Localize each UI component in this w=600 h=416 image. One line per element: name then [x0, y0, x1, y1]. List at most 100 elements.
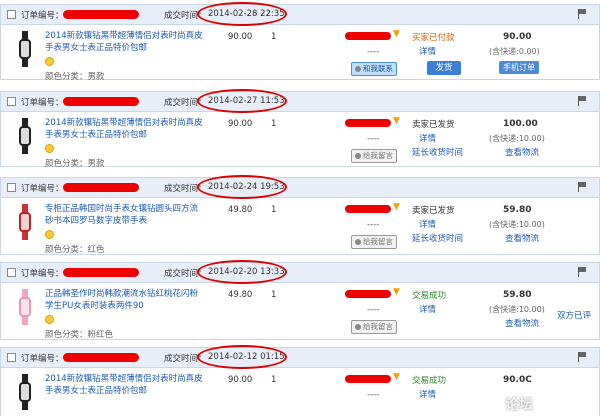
message-button[interactable]: 给我留言 — [351, 235, 397, 249]
ship-button[interactable]: 发货 — [427, 61, 461, 75]
unit-price: 90.00 — [228, 375, 253, 385]
quantity: 1 — [271, 205, 277, 215]
order-number-label: 订单编号： — [21, 11, 64, 21]
detail-link[interactable]: 详情 — [419, 218, 436, 230]
total-price: 59.80 — [503, 205, 532, 215]
detail-link[interactable]: 详情 — [419, 388, 436, 400]
quantity: 1 — [271, 375, 277, 385]
order-header: 订单编号： 成交时间： 2014-02-27 11:53 — [1, 89, 599, 113]
buyer-flag-icon: ▼ — [393, 202, 400, 212]
quantity: 1 — [271, 119, 277, 129]
logistics-link[interactable]: 查看物流 — [505, 232, 539, 244]
order-body: 2014新款镶钻黑带超薄情侣对表时尚真皮手表男女士表正品特价包邮 颜色分类：男款… — [1, 25, 599, 93]
message-button[interactable]: 给我留言 — [351, 149, 397, 163]
order-number-label: 订单编号： — [21, 98, 64, 108]
redacted-buyer — [345, 205, 391, 213]
flag-icon[interactable] — [578, 267, 587, 277]
redacted-order-number — [63, 353, 139, 362]
order-status: 交易成功 — [412, 376, 447, 386]
order-number-label: 订单编号： — [21, 269, 64, 279]
redacted-buyer — [345, 32, 391, 40]
product-category: 颜色分类：男款 — [45, 159, 105, 169]
watermark: 论坛 — [505, 397, 533, 413]
extend-receipt-link[interactable]: 延长收货时间 — [412, 232, 463, 244]
contact-button[interactable]: 和我联系 — [351, 62, 397, 76]
detail-link[interactable]: 详情 — [419, 45, 436, 57]
order-card: 订单编号： 成交时间： 2014-02-27 11:53 2014新款镶钻黑带超… — [0, 89, 600, 169]
flag-icon[interactable] — [578, 96, 587, 106]
product-title-link[interactable]: 2014新款镶钻黑带超薄情侣对表时尚真皮手表男女士表正品特价包邮 — [45, 30, 205, 54]
product-title-link[interactable]: 正品韩圣作时尚韩款潮流水钻红桃花闪粉学生PU女表时装表两件90 — [45, 288, 205, 312]
order-status: 卖家已发货 — [412, 120, 455, 130]
order-body: 专柜正品韩国时尚手表女镶钻圆头四方流砂书本四罗马数字皮带手表 颜色分类：红色 4… — [1, 198, 599, 266]
order-header: 订单编号： 成交时间： 2014-02-20 13:33 — [1, 260, 599, 284]
product-category: 颜色分类：粉红色 — [45, 330, 114, 340]
badge-icon — [45, 57, 54, 66]
product-category: 颜色分类：红色 — [45, 245, 105, 255]
extend-receipt-link[interactable]: 延长收货时间 — [412, 146, 463, 158]
order-checkbox[interactable] — [7, 97, 16, 106]
shipping-fee: (含快递:10.00) — [489, 220, 545, 229]
red-circle-annotation — [197, 2, 287, 26]
flag-icon[interactable] — [578, 352, 587, 362]
flag-icon[interactable] — [578, 182, 587, 192]
logistics-link[interactable]: 查看物流 — [505, 146, 539, 158]
order-card: 订单编号： 成交时间： 2014-02-20 13:33 正品韩圣作时尚韩款潮流… — [0, 260, 600, 340]
redacted-order-number — [63, 10, 139, 19]
total-price: 100.00 — [503, 119, 538, 129]
product-title-link[interactable]: 2014新款镶钻黑带超薄情侣对表时尚真皮手表男女士表正品特价包邮 — [45, 117, 205, 141]
order-number-label: 订单编号： — [21, 354, 64, 364]
mobile-order-button[interactable]: 手机订单 — [499, 61, 539, 74]
product-title-link[interactable]: 专柜正品韩国时尚手表女镶钻圆头四方流砂书本四罗马数字皮带手表 — [45, 203, 205, 227]
shipping-fee: (含快递:10.00) — [489, 134, 545, 143]
order-card: 订单编号： 成交时间： 2014-02-24 19:53 专柜正品韩国时尚手表女… — [0, 175, 600, 255]
product-thumbnail[interactable] — [11, 374, 37, 410]
both-rated-link[interactable]: 双方已评 — [557, 309, 591, 321]
order-number-label: 订单编号： — [21, 184, 64, 194]
product-category: 颜色分类：男款 — [45, 72, 105, 82]
order-checkbox[interactable] — [7, 268, 16, 277]
red-circle-annotation — [197, 89, 287, 113]
order-body: 正品韩圣作时尚韩款潮流水钻红桃花闪粉学生PU女表时装表两件90 颜色分类：粉红色… — [1, 283, 599, 351]
unit-price: 90.00 — [228, 32, 253, 42]
detail-link[interactable]: 详情 — [419, 303, 436, 315]
flag-icon[interactable] — [578, 9, 587, 19]
product-thumbnail[interactable] — [11, 118, 37, 154]
product-thumbnail[interactable] — [11, 289, 37, 325]
quantity: 1 — [271, 32, 277, 42]
total-price: 90.0C — [503, 375, 532, 385]
order-checkbox[interactable] — [7, 10, 16, 19]
buyer-flag-icon: ▼ — [393, 372, 400, 382]
message-button[interactable]: 给我留言 — [351, 320, 397, 334]
product-title-link[interactable]: 2014新款镶钻黑带超薄情侣对表时尚真皮手表男女士表正品特价包邮 — [45, 373, 205, 397]
buyer-dash: ---- — [367, 220, 380, 230]
order-status: 交易成功 — [412, 291, 447, 301]
total-price: 59.80 — [503, 290, 532, 300]
order-header: 订单编号： 成交时间： 2014-02-12 01:15 — [1, 345, 599, 369]
detail-link[interactable]: 详情 — [419, 132, 436, 144]
buyer-dash: ---- — [367, 305, 380, 315]
redacted-order-number — [63, 183, 139, 192]
order-checkbox[interactable] — [7, 183, 16, 192]
buyer-flag-icon: ▼ — [393, 116, 400, 126]
order-list: 订单编号： 成交时间： 2014-02-28 22:35 2014新款镶钻黑带超… — [0, 0, 600, 416]
logistics-link[interactable]: 查看物流 — [505, 317, 539, 329]
redacted-buyer — [345, 290, 391, 298]
red-circle-annotation — [197, 345, 287, 369]
shipping-fee: (含快递:10.00) — [489, 305, 545, 314]
total-price: 90.00 — [503, 32, 532, 42]
badge-icon — [45, 144, 54, 153]
redacted-buyer — [345, 119, 391, 127]
redacted-order-number — [63, 268, 139, 277]
buyer-dash: ---- — [367, 390, 380, 400]
product-thumbnail[interactable] — [11, 31, 37, 67]
buyer-dash: ---- — [367, 134, 380, 144]
badge-icon — [45, 230, 54, 239]
buyer-flag-icon: ▼ — [393, 287, 400, 297]
red-circle-annotation — [197, 175, 287, 199]
buyer-flag-icon: ▼ — [393, 29, 400, 39]
order-header: 订单编号： 成交时间： 2014-02-24 19:53 — [1, 175, 599, 199]
product-thumbnail[interactable] — [11, 204, 37, 240]
unit-price: 49.80 — [228, 290, 253, 300]
order-checkbox[interactable] — [7, 353, 16, 362]
